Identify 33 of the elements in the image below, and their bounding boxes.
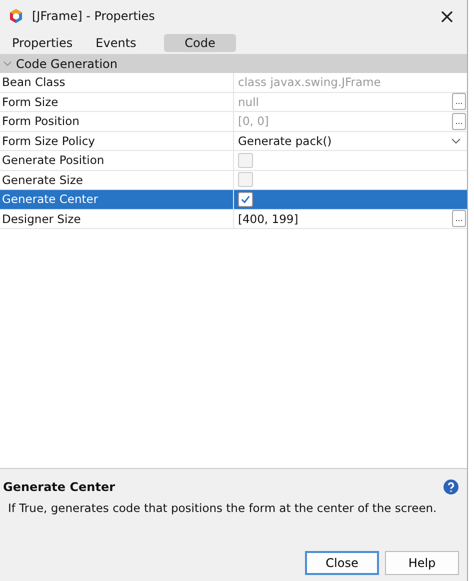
tab[interactable]: Properties (4, 34, 76, 52)
chevron-down-icon[interactable] (451, 136, 461, 146)
property-value: [0, 0] (238, 114, 269, 128)
dialog-button[interactable]: Close (305, 551, 379, 575)
tab[interactable]: Events (80, 34, 152, 52)
description-title: Generate Center (3, 480, 116, 494)
property-name: Designer Size (2, 212, 81, 226)
window-title: [JFrame] - Properties (32, 9, 156, 23)
help-icon[interactable] (443, 479, 459, 495)
property-name: Form Position (2, 114, 80, 128)
property-name: Form Size (2, 94, 58, 109)
property-row[interactable]: Form Size Policy Generate pack() (0, 132, 467, 151)
property-row[interactable]: Generate Center (0, 190, 467, 210)
dialog-button[interactable]: Help (385, 551, 459, 575)
property-value: class javax.swing.JFrame (238, 75, 381, 90)
property-name: Bean Class (2, 75, 66, 90)
property-row[interactable]: Designer Size [400, 199] ... (0, 210, 467, 229)
description-text: If True, generates code that positions the form at the center of the screen. (8, 501, 438, 515)
tab[interactable]: Code (164, 34, 236, 52)
close-button[interactable]: × (427, 0, 467, 32)
section-header[interactable]: Code Generation (0, 54, 467, 73)
dropdown-value[interactable]: Generate pack() (238, 134, 332, 148)
checkbox[interactable] (238, 192, 253, 207)
property-name: Generate Position (2, 153, 104, 168)
property-name: Generate Center (2, 192, 98, 206)
section-title: Code Generation (16, 56, 118, 70)
ellipsis-button[interactable]: ... (452, 210, 466, 228)
checkmark-icon (240, 194, 251, 205)
property-name: Form Size Policy (2, 134, 95, 148)
cube-logo-icon (8, 8, 24, 24)
property-value: null (238, 94, 259, 109)
property-value: [400, 199] (238, 212, 298, 226)
property-name: Generate Size (2, 172, 83, 187)
